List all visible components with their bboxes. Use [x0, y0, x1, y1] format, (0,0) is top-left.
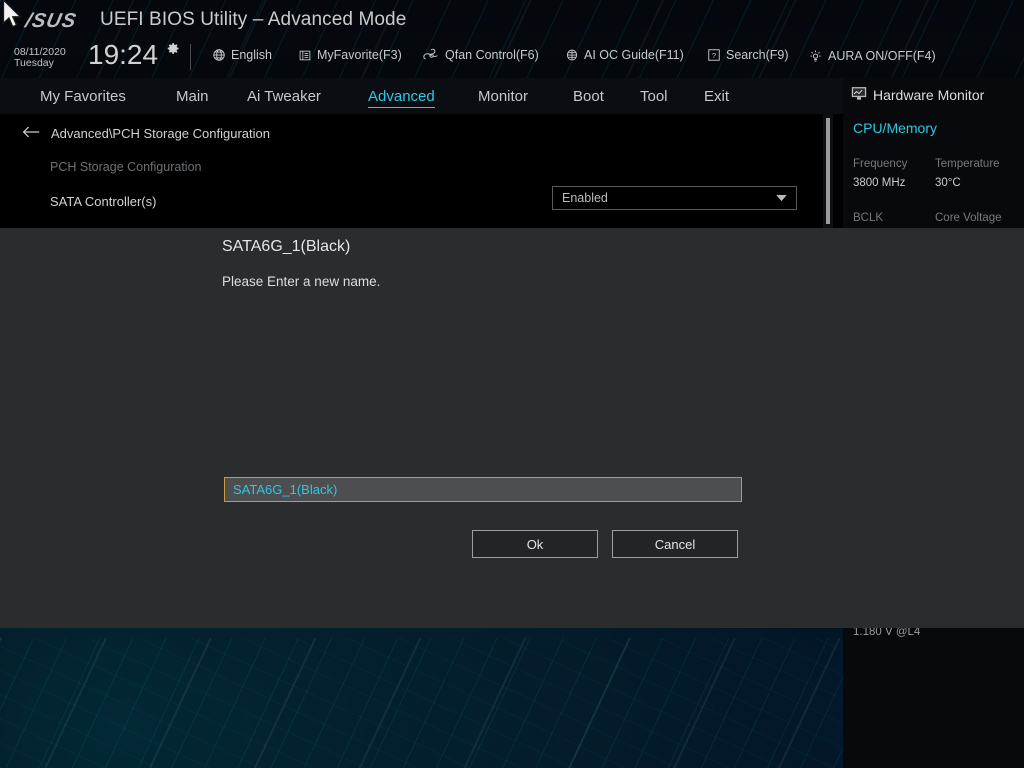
setting-label-sata-controllers: SATA Controller(s) — [50, 194, 157, 209]
content-pane: Advanced\PCH Storage Configuration PCH S… — [0, 114, 843, 228]
dialog-title: SATA6G_1(Black) — [222, 238, 351, 255]
hwm-key-core-voltage: Core Voltage — [935, 212, 1002, 224]
header-item-label: MyFavorite(F3) — [317, 48, 402, 62]
header-item-label: Qfan Control(F6) — [445, 48, 539, 62]
tab-advanced[interactable]: Advanced — [368, 78, 435, 114]
hardware-monitor-title: Hardware Monitor — [851, 86, 984, 104]
clock-text: 19:24 — [88, 39, 159, 70]
header-item-english[interactable]: English — [212, 48, 272, 62]
brain-icon — [565, 48, 579, 62]
header-item-label: Search(F9) — [726, 48, 789, 62]
hardware-monitor-title-text: Hardware Monitor — [873, 87, 985, 103]
breadcrumb[interactable]: Advanced\PCH Storage Configuration — [22, 126, 270, 141]
tab-boot[interactable]: Boot — [573, 78, 604, 114]
breadcrumb-text: Advanced\PCH Storage Configuration — [51, 126, 270, 141]
globe-icon — [212, 48, 226, 62]
name-input-value: SATA6G_1(Black) — [233, 482, 338, 497]
ok-button[interactable]: Ok — [472, 530, 598, 558]
fan-icon — [423, 48, 440, 62]
content-scrollbar-thumb[interactable] — [826, 118, 830, 224]
header-item-label: AI OC Guide(F11) — [584, 48, 684, 62]
header-item-myfavorite[interactable]: MyFavorite(F3) — [298, 48, 402, 62]
question-box-icon: ? — [707, 48, 721, 62]
cancel-button[interactable]: Cancel — [612, 530, 738, 558]
back-arrow-icon[interactable] — [22, 126, 40, 141]
tab-ai-tweaker[interactable]: Ai Tweaker — [247, 78, 321, 114]
monitor-icon — [851, 86, 867, 104]
hwm-key-temperature: Temperature — [935, 158, 1000, 170]
header-item-search[interactable]: ? Search(F9) — [707, 48, 789, 62]
header-item-label: AURA ON/OFF(F4) — [828, 48, 936, 63]
day-text: Tuesday — [14, 57, 54, 69]
chevron-down-icon — [776, 191, 787, 205]
rename-dialog-overlay: SATA6G_1(Black) Please Enter a new name.… — [0, 228, 1024, 628]
hwm-value-frequency: 3800 MHz — [853, 177, 906, 189]
dialog-prompt: Please Enter a new name. — [222, 274, 381, 289]
header-item-aura[interactable]: AURA ON/OFF(F4) — [808, 48, 936, 63]
dropdown-value: Enabled — [562, 191, 608, 205]
hardware-monitor-group-cpu-memory: CPU/Memory — [853, 120, 938, 136]
hwm-key-bclk: BCLK — [853, 212, 884, 224]
tab-my-favorites[interactable]: My Favorites — [40, 78, 126, 114]
aura-lamp-icon — [808, 48, 823, 63]
hwm-row-bclk-corevoltage: BCLK Core Voltage — [853, 208, 1018, 228]
header-item-ai-oc-guide[interactable]: AI OC Guide(F11) — [565, 48, 684, 62]
footer-bar: Last Modified EzMode(F7)| Hot Keys ? Ver… — [0, 700, 1024, 768]
sata-controllers-dropdown[interactable]: Enabled — [552, 186, 797, 210]
hwm-key-frequency: Frequency — [853, 158, 908, 170]
hwm-value-temperature: 30°C — [935, 177, 961, 189]
gear-icon[interactable] — [166, 41, 181, 61]
header-divider — [190, 44, 191, 70]
list-icon — [298, 49, 312, 62]
tab-main[interactable]: Main — [176, 78, 209, 114]
page-title: UEFI BIOS Utility – Advanced Mode — [100, 9, 407, 30]
header-item-qfan-control[interactable]: Qfan Control(F6) — [423, 48, 539, 62]
hwm-row-frequency-temperature: Frequency Temperature 3800 MHz 30°C — [853, 154, 1018, 192]
name-input[interactable]: SATA6G_1(Black) — [224, 477, 742, 502]
header-item-label: English — [231, 48, 272, 62]
tab-tool[interactable]: Tool — [640, 78, 668, 114]
svg-text:?: ? — [712, 51, 716, 60]
tab-exit[interactable]: Exit — [704, 78, 729, 114]
tab-monitor[interactable]: Monitor — [478, 78, 528, 114]
header-bar: /SUS UEFI BIOS Utility – Advanced Mode 0… — [0, 0, 1024, 78]
datetime-display: 08/11/2020 Tuesday — [14, 46, 66, 69]
section-heading: PCH Storage Configuration — [50, 160, 202, 174]
mouse-cursor — [2, 0, 23, 28]
